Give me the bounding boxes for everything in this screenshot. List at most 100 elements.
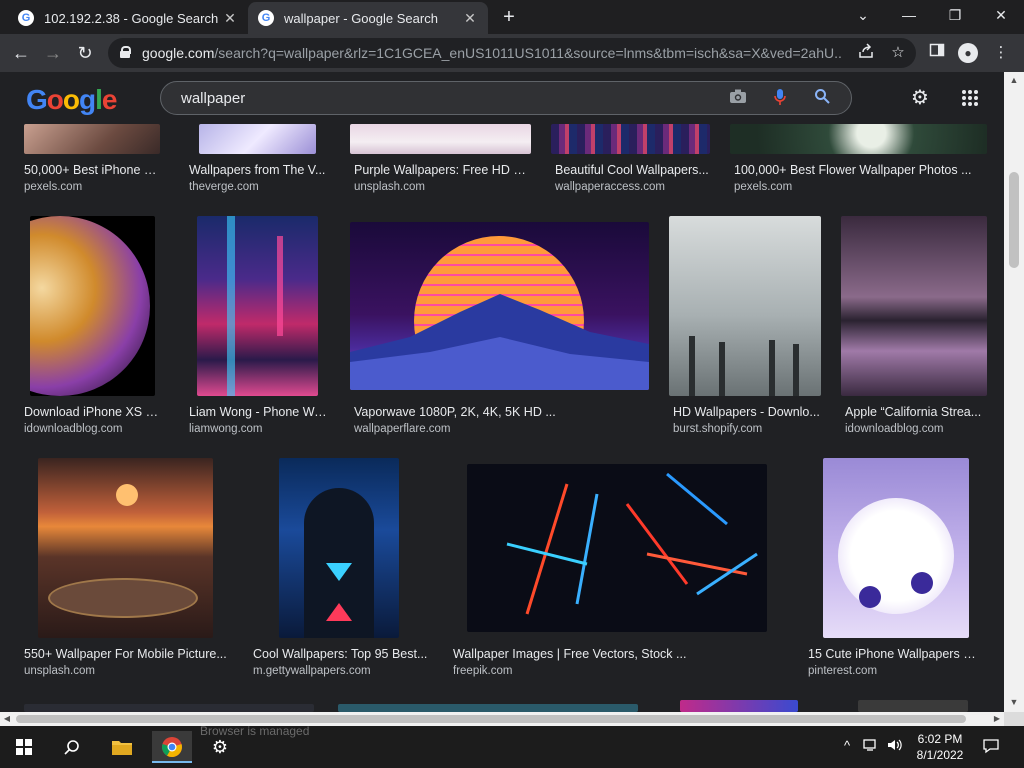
result-source[interactable]: idownloadblog.com [845,423,987,435]
tab-strip: G 102.192.2.38 - Google Search ✕ G wallp… [0,0,1024,34]
url-text[interactable]: google.com/search?q=wallpaper&rlz=1C1GCE… [142,45,842,61]
scroll-up-icon[interactable]: ▲ [1004,72,1024,88]
reload-button[interactable]: ↻ [72,40,98,66]
google-logo[interactable]: Google [26,84,117,116]
share-icon[interactable] [856,43,876,63]
result-thumbnail[interactable] [24,704,314,712]
result-source[interactable]: pexels.com [734,181,974,193]
result-thumbnail[interactable] [730,124,987,154]
result-caption[interactable]: 100,000+ Best Flower Wallpaper Photos ..… [734,163,974,177]
result-thumbnail[interactable] [858,700,968,712]
result-source[interactable]: pinterest.com [808,665,980,677]
close-window-button[interactable]: ✕ [986,4,1016,26]
restore-button[interactable]: ❐ [940,4,970,26]
vertical-scrollbar[interactable]: ▲ ▼ [1004,72,1024,712]
side-panel-icon[interactable] [926,42,948,64]
result-thumbnail[interactable] [823,458,969,638]
result-caption[interactable]: Apple “California Strea... [845,405,987,419]
result-thumbnail[interactable] [680,700,798,712]
result-source[interactable]: idownloadblog.com [24,423,164,435]
result-thumbnail[interactable] [38,458,213,638]
result-source[interactable]: theverge.com [189,181,327,193]
result-caption[interactable]: Vaporwave 1080P, 2K, 4K, 5K HD ... [354,405,649,419]
result-thumbnail[interactable] [279,458,399,638]
result-caption[interactable]: 550+ Wallpaper For Mobile Picture... [24,647,234,661]
result-thumbnail[interactable] [24,124,160,154]
result-thumbnail[interactable] [841,216,987,396]
camera-search-icon[interactable] [727,88,749,110]
google-favicon-icon: G [18,10,34,26]
apps-grid-icon[interactable] [956,84,984,112]
result-source[interactable]: unsplash.com [24,665,234,677]
result-caption[interactable]: Download iPhone XS m... [24,405,164,419]
settings-gear-icon[interactable]: ⚙ [906,84,934,112]
browser-toolbar: ← → ↻ google.com/search?q=wallpaper&rlz=… [0,34,1024,72]
address-bar[interactable]: google.com/search?q=wallpaper&rlz=1C1GCE… [108,38,916,68]
settings-gear-icon[interactable]: ⚙ [200,731,240,763]
windows-taskbar: Browser is managed ⚙ ^ 6:02 PM 8/1/2022 [0,724,1024,768]
file-explorer-icon[interactable] [102,731,142,763]
result-source[interactable]: wallpaperaccess.com [555,181,709,193]
result-caption[interactable]: HD Wallpapers - Downlo... [673,405,821,419]
result-caption[interactable]: 50,000+ Best iPhone W... [24,163,164,177]
result-thumbnail[interactable] [551,124,710,154]
search-icon[interactable] [811,88,833,110]
search-box[interactable]: wallpaper [160,81,852,115]
new-tab-button[interactable]: + [498,6,520,29]
result-thumbnail[interactable] [467,464,767,632]
scroll-down-icon[interactable]: ▼ [1004,694,1024,710]
google-favicon-icon: G [258,10,274,26]
result-thumbnail[interactable] [338,704,638,712]
result-source[interactable]: liamwong.com [189,423,327,435]
tab-search-icon[interactable]: ⌄ [848,4,878,26]
result-caption[interactable]: Wallpapers from The V... [189,163,327,177]
start-windows-icon[interactable] [4,731,44,763]
scrollbar-thumb[interactable] [16,715,966,723]
chrome-icon[interactable] [152,731,192,763]
back-button[interactable]: ← [8,40,34,66]
scroll-left-icon[interactable]: ◀ [0,712,14,726]
scroll-right-icon[interactable]: ▶ [990,712,1004,726]
tab-title: wallpaper - Google Search [284,10,438,26]
result-thumbnail[interactable] [30,216,155,396]
tab-close-icon[interactable]: ✕ [222,10,238,27]
result-thumbnail[interactable] [350,222,649,390]
notifications-icon[interactable] [980,738,1002,759]
bookmark-star-icon[interactable]: ☆ [888,43,908,63]
horizontal-scrollbar[interactable]: ◀ ▶ [0,712,1004,726]
result-thumbnail[interactable] [669,216,821,396]
result-thumbnail[interactable] [350,124,531,154]
result-thumbnail[interactable] [199,124,316,154]
result-caption[interactable]: Beautiful Cool Wallpapers... [555,163,709,177]
tab-close-icon[interactable]: ✕ [462,10,478,27]
result-source[interactable]: freepik.com [453,665,693,677]
tab-title: 102.192.2.38 - Google Search [44,10,219,26]
minimize-button[interactable]: — [894,4,924,26]
scrollbar-thumb[interactable] [1009,172,1019,268]
browser-menu-icon[interactable]: ⋮ [990,42,1012,64]
search-input[interactable]: wallpaper [181,90,245,107]
result-source[interactable]: m.gettywallpapers.com [253,665,433,677]
clock-date: 8/1/2022 [916,748,964,762]
result-source[interactable]: pexels.com [24,181,164,193]
result-source[interactable]: wallpaperflare.com [354,423,649,435]
tab-ip-search[interactable]: G 102.192.2.38 - Google Search ✕ [8,2,248,34]
result-caption[interactable]: Cool Wallpapers: Top 95 Best... [253,647,433,661]
forward-button[interactable]: → [40,40,66,66]
profile-avatar-icon[interactable]: ● [958,43,978,63]
system-clock[interactable]: 6:02 PM 8/1/2022 [910,731,970,763]
result-caption[interactable]: Purple Wallpapers: Free HD D... [354,163,530,177]
network-icon[interactable] [860,738,882,755]
result-caption[interactable]: 15 Cute iPhone Wallpapers H... [808,647,980,661]
voice-search-icon[interactable] [769,88,791,110]
search-icon[interactable] [52,731,92,763]
result-thumbnail[interactable] [197,216,318,396]
result-caption[interactable]: Wallpaper Images | Free Vectors, Stock .… [453,647,693,661]
tray-chevron-up-icon[interactable]: ^ [836,738,858,753]
result-source[interactable]: burst.shopify.com [673,423,821,435]
result-caption[interactable]: Liam Wong - Phone Wa... [189,405,327,419]
result-source[interactable]: unsplash.com [354,181,530,193]
lock-icon[interactable] [120,46,131,58]
tab-wallpaper-search[interactable]: G wallpaper - Google Search ✕ [248,2,488,34]
volume-icon[interactable] [884,738,906,755]
